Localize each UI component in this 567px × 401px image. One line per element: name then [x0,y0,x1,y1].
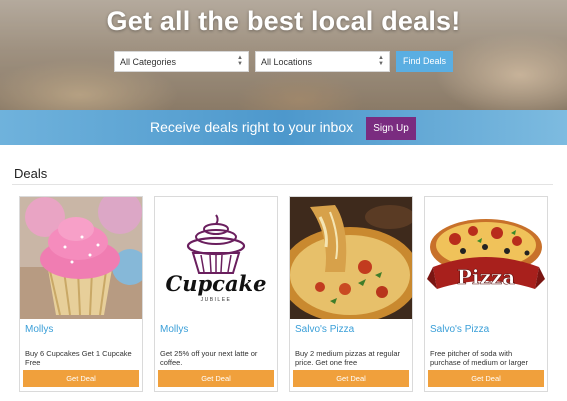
pizza-logo[interactable]: Pizza [425,197,547,319]
deals-heading: Deals [14,166,48,181]
location-select-value: All Locations [261,57,313,67]
sign-up-button[interactable]: Sign Up [366,117,416,140]
cupcake-jubilee-logo[interactable]: Cupcake JUBILEE [155,197,277,319]
logo-subtext: JUBILEE [201,297,232,303]
signup-band: Receive deals right to your inbox [0,110,567,145]
cupcakes-image[interactable] [20,197,142,319]
deal-card[interactable]: Salvo's Pizza Buy 2 medium pizzas at reg… [289,196,413,392]
deal-description: Buy 2 medium pizzas at regular price. Ge… [295,349,401,367]
get-deal-button[interactable]: Get Deal [158,370,274,387]
find-deals-button[interactable]: Find Deals [396,51,453,72]
logo-text: Cupcake [166,271,267,296]
pizza-image[interactable] [290,197,412,319]
merchant-link[interactable]: Salvo's Pizza [295,324,354,335]
merchant-link[interactable]: Mollys [25,324,53,335]
deal-card[interactable]: Cupcake JUBILEE Mollys Get 25% off your … [154,196,278,392]
signup-text: Receive deals right to your inbox [150,119,354,135]
select-arrows-icon: ▲ ▼ [378,55,384,67]
deal-description: Buy 6 Cupcakes Get 1 Cupcake Free [25,349,132,367]
category-select-value: All Categories [120,57,177,67]
deal-description: Free pitcher of soda with purchase of me… [430,349,528,367]
deal-card[interactable]: Pizza Salvo's Pizza Free pitcher of soda… [424,196,548,392]
logo-text: Pizza [457,265,515,289]
deal-description: Get 25% off your next latte or coffee. [160,349,258,367]
category-select[interactable]: All Categories ▲ ▼ [114,51,249,72]
merchant-link[interactable]: Mollys [160,324,188,335]
hero-title: Get all the best local deals! [106,6,461,36]
get-deal-button[interactable]: Get Deal [293,370,409,387]
merchant-link[interactable]: Salvo's Pizza [430,324,489,335]
get-deal-button[interactable]: Get Deal [428,370,544,387]
get-deal-button[interactable]: Get Deal [23,370,139,387]
location-select[interactable]: All Locations ▲ ▼ [255,51,390,72]
deals-divider [12,184,553,185]
deal-card[interactable]: Mollys Buy 6 Cupcakes Get 1 Cupcake Free… [19,196,143,392]
select-arrows-icon: ▲ ▼ [237,55,243,67]
